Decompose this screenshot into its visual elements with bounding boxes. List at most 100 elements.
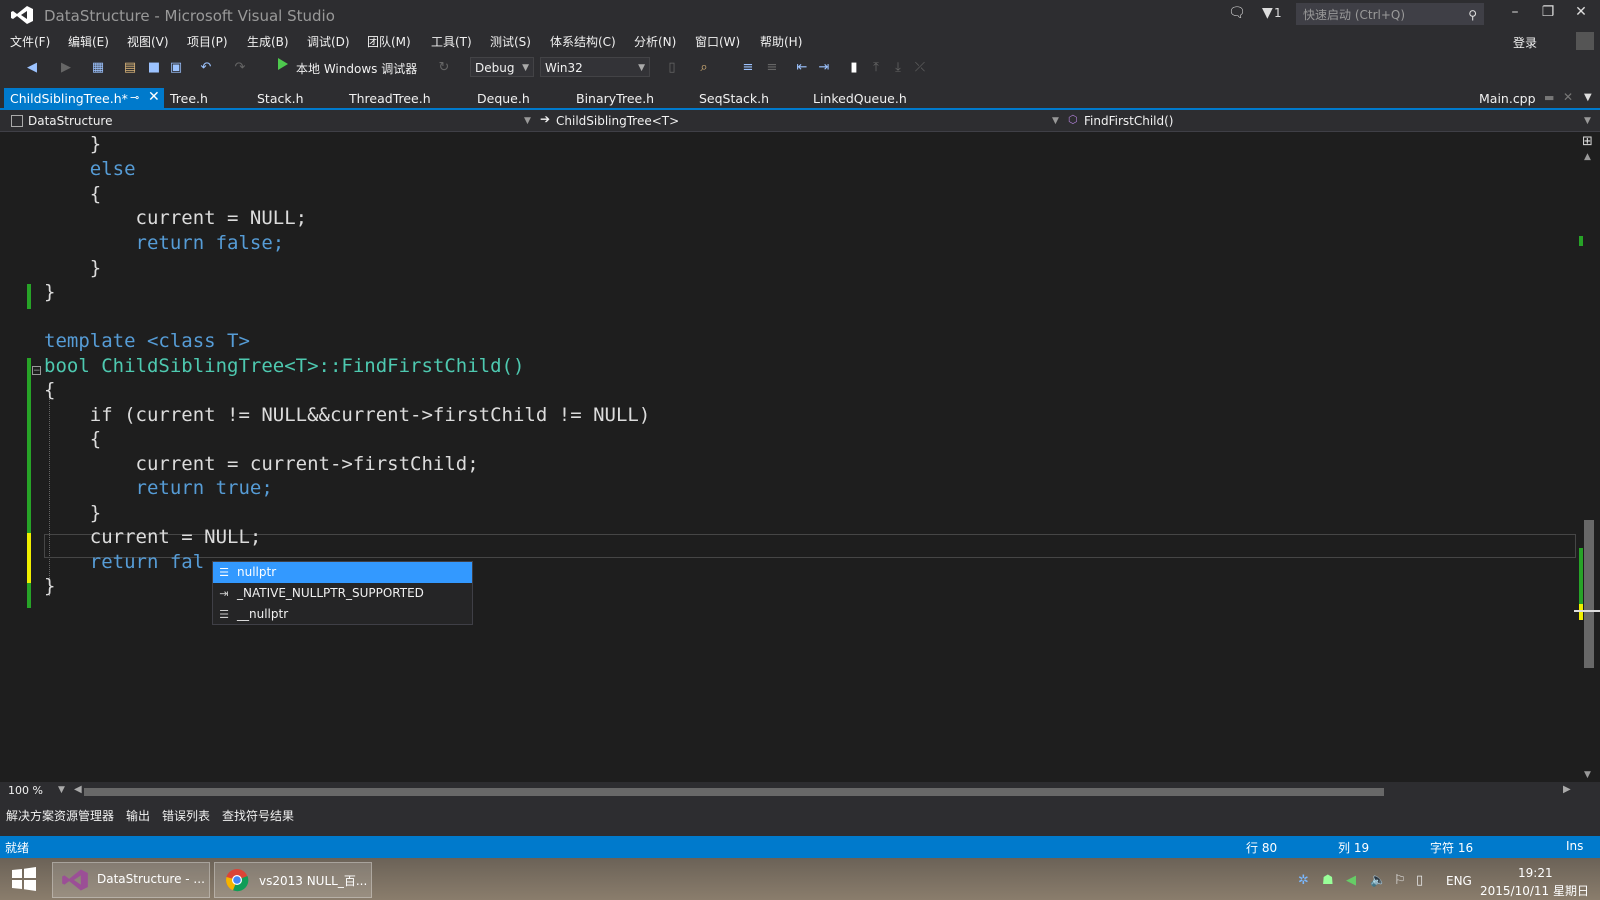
code-line[interactable]: { — [44, 378, 55, 403]
menu-window[interactable]: 窗口(W) — [695, 33, 740, 50]
vertical-scroll-thumb[interactable] — [1584, 520, 1594, 668]
tab-label[interactable]: ChildSiblingTree.h* — [10, 91, 128, 106]
code-line[interactable]: template <class T> — [44, 329, 250, 354]
code-line[interactable]: current = NULL; — [44, 525, 262, 550]
clock-time[interactable]: 19:21 — [1518, 866, 1553, 880]
vertical-scrollbar[interactable] — [1580, 132, 1600, 782]
collapse-outline-icon[interactable]: − — [32, 366, 41, 376]
tab-tree[interactable]: Tree.h — [170, 91, 208, 106]
pin-icon[interactable]: ⊸ — [130, 91, 139, 104]
code-line[interactable]: } — [44, 501, 101, 526]
code-line[interactable]: } — [44, 574, 55, 599]
action-center-icon[interactable]: ⚐ — [1394, 873, 1406, 888]
android-tray-icon[interactable]: ☗ — [1322, 873, 1334, 888]
close-window-button[interactable]: ✕ — [1566, 4, 1596, 20]
project-dropdown[interactable]: DataStructure — [28, 112, 112, 130]
taskbar-app-chrome[interactable]: vs2013 NULL_百... — [214, 862, 372, 898]
scroll-left-icon[interactable]: ◀ — [74, 784, 82, 795]
notification-count[interactable]: 1 — [1274, 6, 1282, 20]
close-icon[interactable]: ✕ — [1563, 90, 1573, 104]
tab-linkedqueue[interactable]: LinkedQueue.h — [813, 91, 907, 106]
scroll-up-icon[interactable]: ▲ — [1584, 152, 1591, 162]
tab-output[interactable]: 输出 — [126, 807, 150, 824]
tab-seqstack[interactable]: SeqStack.h — [699, 91, 769, 106]
member-dropdown[interactable]: FindFirstChild() — [1084, 112, 1173, 130]
tab-solution-explorer[interactable]: 解决方案资源管理器 — [6, 807, 114, 824]
code-line[interactable]: } — [44, 132, 101, 157]
zoom-level-dropdown[interactable]: 100 % — [8, 784, 43, 797]
save-all-icon[interactable]: ▣ — [168, 60, 184, 76]
quick-launch-input[interactable]: 快速启动 (Ctrl+Q) ⚲ — [1296, 3, 1484, 25]
outdent-icon[interactable]: ⇤ — [794, 60, 810, 76]
redo-icon[interactable]: ↷ — [232, 60, 248, 76]
menu-help[interactable]: 帮助(H) — [760, 33, 802, 50]
previous-bookmark-icon[interactable]: ⤒ — [868, 60, 884, 76]
tab-stack[interactable]: Stack.h — [257, 91, 304, 106]
speaker-green-tray-icon[interactable]: ◀ — [1346, 873, 1356, 888]
new-project-icon[interactable]: ▦ — [90, 60, 106, 76]
completion-item[interactable]: ☰ nullptr — [213, 562, 472, 583]
code-line[interactable]: return false; — [44, 231, 285, 256]
code-line[interactable]: else — [44, 157, 136, 182]
sign-in-link[interactable]: 登录 — [1513, 34, 1537, 51]
scroll-right-icon[interactable]: ▶ — [1563, 784, 1571, 795]
menu-view[interactable]: 视图(V) — [127, 33, 169, 50]
next-bookmark-icon[interactable]: ⤓ — [890, 60, 906, 76]
save-icon[interactable]: ■ — [146, 60, 162, 76]
code-line[interactable]: return fal — [44, 550, 204, 575]
menu-analyze[interactable]: 分析(N) — [634, 33, 676, 50]
chevron-down-icon[interactable]: ▼ — [524, 112, 531, 130]
attach-icon[interactable]: ▯ — [664, 60, 680, 76]
start-debugger-button[interactable]: 本地 Windows 调试器 — [296, 60, 417, 77]
chevron-down-icon[interactable]: ▼ — [1584, 112, 1591, 130]
code-line[interactable]: } — [44, 256, 101, 281]
close-icon[interactable]: ✕ — [148, 89, 160, 105]
comment-icon[interactable]: ≡ — [740, 60, 756, 76]
menu-build[interactable]: 生成(B) — [247, 33, 289, 50]
code-line[interactable]: current = NULL; — [44, 206, 308, 231]
code-line[interactable]: if (current != NULL&&current->firstChild… — [44, 403, 651, 428]
tab-deque[interactable]: Deque.h — [477, 91, 530, 106]
account-avatar-icon[interactable] — [1576, 32, 1594, 50]
menu-tools[interactable]: 工具(T) — [431, 33, 472, 50]
completion-item[interactable]: ⇥ _NATIVE_NULLPTR_SUPPORTED — [213, 583, 472, 604]
chevron-down-icon[interactable]: ▼ — [1052, 112, 1059, 130]
clock-date[interactable]: 2015/10/11 星期日 — [1480, 882, 1589, 899]
volume-icon[interactable]: 🔈 — [1370, 873, 1386, 888]
scope-dropdown[interactable]: ChildSiblingTree<T> — [556, 112, 679, 130]
code-line[interactable]: bool ChildSiblingTree<T>::FindFirstChild… — [44, 354, 524, 379]
menu-test[interactable]: 测试(S) — [490, 33, 531, 50]
battery-icon[interactable]: ▯ — [1416, 873, 1423, 888]
undo-icon[interactable]: ↶ — [198, 60, 214, 76]
tab-find-symbol-results[interactable]: 查找符号结果 — [222, 807, 294, 824]
indent-icon[interactable]: ⇥ — [816, 60, 832, 76]
intellisense-completion-list[interactable]: ☰ nullptr ⇥ _NATIVE_NULLPTR_SUPPORTED ☰ … — [212, 561, 473, 625]
menu-architecture[interactable]: 体系结构(C) — [550, 33, 616, 50]
open-file-icon[interactable]: ▤ — [122, 60, 138, 76]
menu-project[interactable]: 项目(P) — [187, 33, 228, 50]
code-line[interactable]: return true; — [44, 476, 273, 501]
start-debugging-icon[interactable] — [278, 58, 288, 70]
windows-start-icon[interactable] — [10, 866, 38, 892]
scroll-down-icon[interactable]: ▼ — [1584, 770, 1591, 780]
tab-threadtree[interactable]: ThreadTree.h — [349, 91, 431, 106]
chevron-down-icon[interactable]: ▼ — [58, 785, 65, 795]
bookmark-icon[interactable]: ▮ — [846, 60, 862, 76]
clear-bookmarks-icon[interactable]: ⤫ — [912, 60, 928, 76]
find-in-files-icon[interactable]: ⌕ — [696, 60, 712, 76]
uncomment-icon[interactable]: ≡ — [764, 60, 780, 76]
code-line[interactable]: } — [44, 280, 55, 305]
refresh-icon[interactable]: ↻ — [436, 60, 452, 76]
network-tray-icon[interactable]: ✲ — [1298, 873, 1309, 888]
tab-binarytree[interactable]: BinaryTree.h — [576, 91, 654, 106]
pin-icon[interactable]: ▬ — [1544, 91, 1554, 104]
split-window-icon[interactable]: ⊞ — [1582, 134, 1593, 149]
tab-overflow-dropdown-icon[interactable]: ▼ — [1584, 92, 1592, 103]
code-line[interactable]: { — [44, 182, 101, 207]
feedback-icon[interactable]: 🗨 — [1228, 5, 1246, 21]
horizontal-scroll-thumb[interactable] — [84, 788, 1384, 796]
restore-button[interactable]: ❐ — [1533, 4, 1563, 20]
taskbar-app-visual-studio[interactable]: DataStructure - ... — [52, 862, 210, 898]
solution-configuration-select[interactable]: Debug ▼ — [470, 57, 534, 77]
back-icon[interactable]: ◀ — [24, 60, 40, 76]
